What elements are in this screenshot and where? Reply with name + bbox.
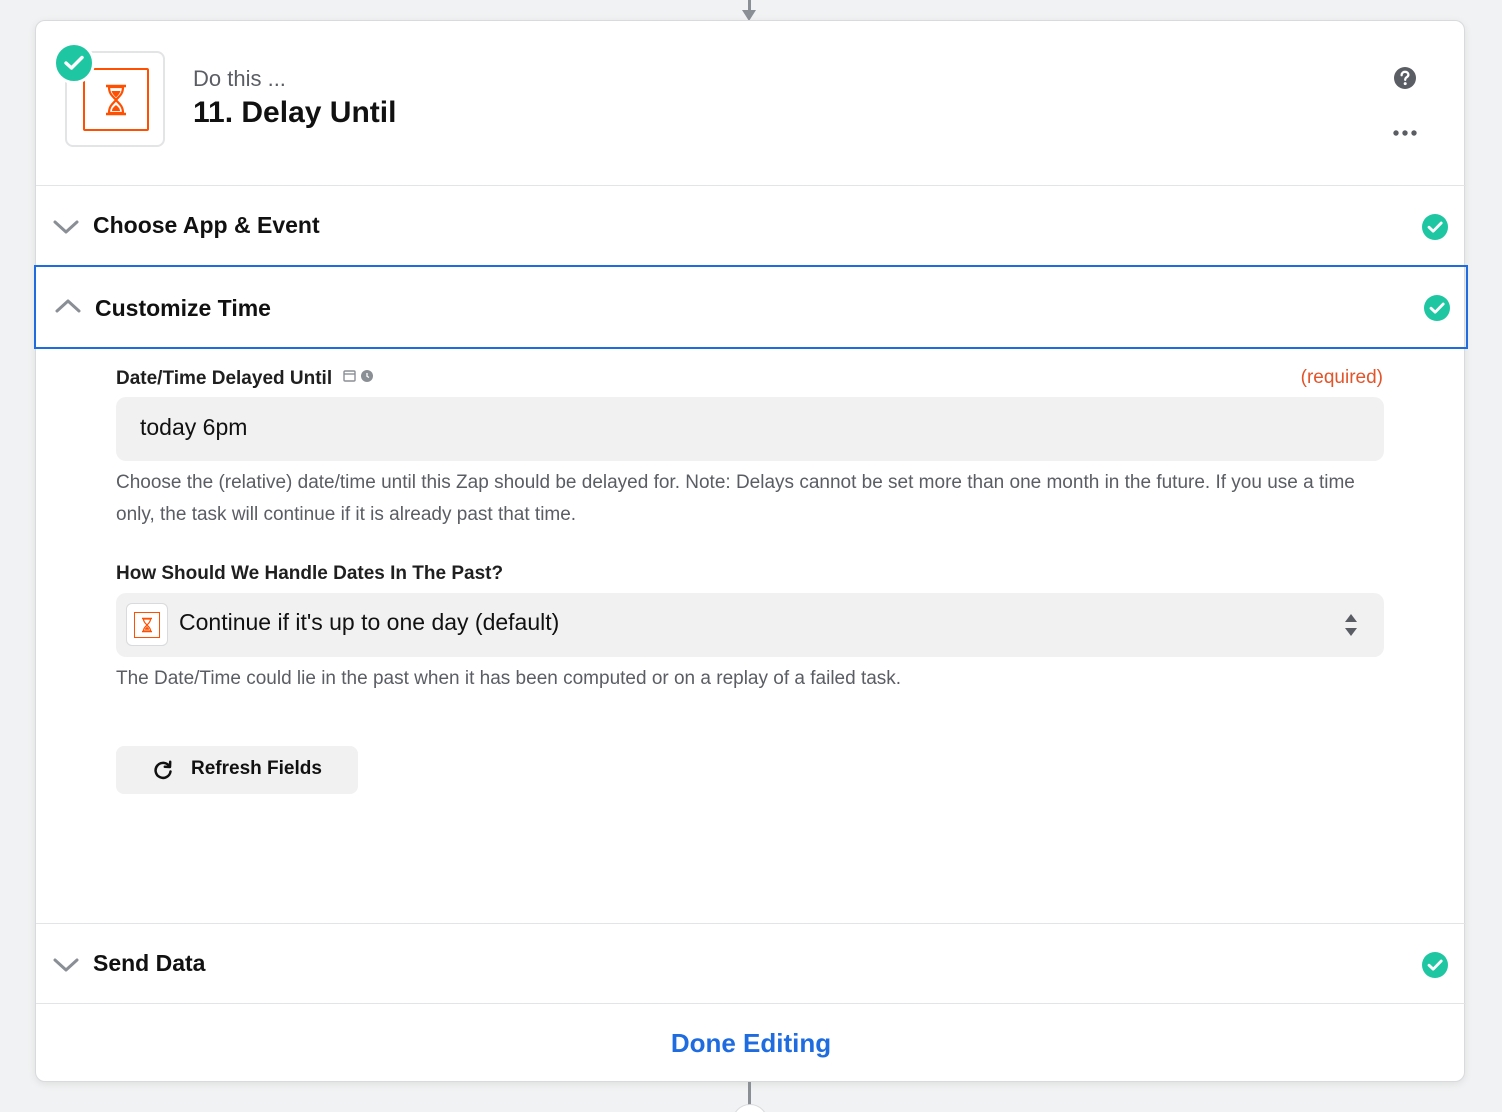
datetime-input-value: today 6pm bbox=[140, 414, 248, 440]
datetime-input[interactable]: today 6pm bbox=[116, 397, 1384, 461]
past-dates-help-text: The Date/Time could lie in the past when… bbox=[116, 668, 902, 689]
section-title: Customize Time bbox=[95, 295, 271, 321]
section-title: Choose App & Event bbox=[93, 212, 320, 238]
question-circle-icon[interactable] bbox=[1393, 66, 1417, 90]
chevron-down-icon bbox=[52, 956, 80, 974]
step-title[interactable]: 11. Delay Until bbox=[193, 96, 396, 130]
select-option-icon bbox=[126, 603, 168, 646]
chevron-up-icon bbox=[54, 297, 82, 315]
success-check-icon bbox=[1422, 952, 1448, 978]
done-editing-button[interactable]: Done Editing bbox=[36, 1028, 1466, 1059]
past-dates-field-label: How Should We Handle Dates In The Past? bbox=[116, 563, 504, 584]
step-complete-check-icon bbox=[53, 42, 95, 84]
datetime-field-label: Date/Time Delayed Until bbox=[116, 367, 375, 390]
step-overline: Do this ... bbox=[193, 66, 286, 91]
refresh-icon bbox=[152, 759, 174, 781]
section-choose-app-event[interactable]: Choose App & Event bbox=[36, 185, 1466, 265]
card-footer: Done Editing bbox=[36, 1003, 1466, 1083]
chevron-down-icon bbox=[52, 218, 80, 236]
step-header: Do this ... 11. Delay Until bbox=[36, 21, 1466, 185]
hourglass-icon bbox=[134, 611, 160, 638]
success-check-icon bbox=[1424, 295, 1450, 321]
hourglass-icon bbox=[83, 68, 149, 131]
section-title: Send Data bbox=[93, 950, 206, 976]
calendar-clock-icon bbox=[343, 367, 375, 389]
past-dates-select[interactable]: Continue if it's up to one day (default) bbox=[116, 593, 1384, 657]
add-step-button[interactable] bbox=[732, 1104, 768, 1112]
ellipsis-icon[interactable] bbox=[1392, 125, 1418, 136]
step-card: Do this ... 11. Delay Until Choose App &… bbox=[34, 20, 1468, 1083]
section-send-data[interactable]: Send Data bbox=[36, 923, 1466, 1003]
section-customize-time[interactable]: Customize Time bbox=[34, 265, 1468, 349]
datetime-help-text: Choose the (relative) date/time until th… bbox=[116, 472, 1355, 525]
past-dates-select-value: Continue if it's up to one day (default) bbox=[179, 609, 560, 635]
required-indicator: (required) bbox=[1300, 367, 1383, 388]
select-sort-arrows-icon bbox=[1344, 612, 1358, 638]
refresh-fields-label: Refresh Fields bbox=[191, 758, 322, 779]
success-check-icon bbox=[1422, 214, 1448, 240]
refresh-fields-button[interactable]: Refresh Fields bbox=[116, 746, 358, 794]
